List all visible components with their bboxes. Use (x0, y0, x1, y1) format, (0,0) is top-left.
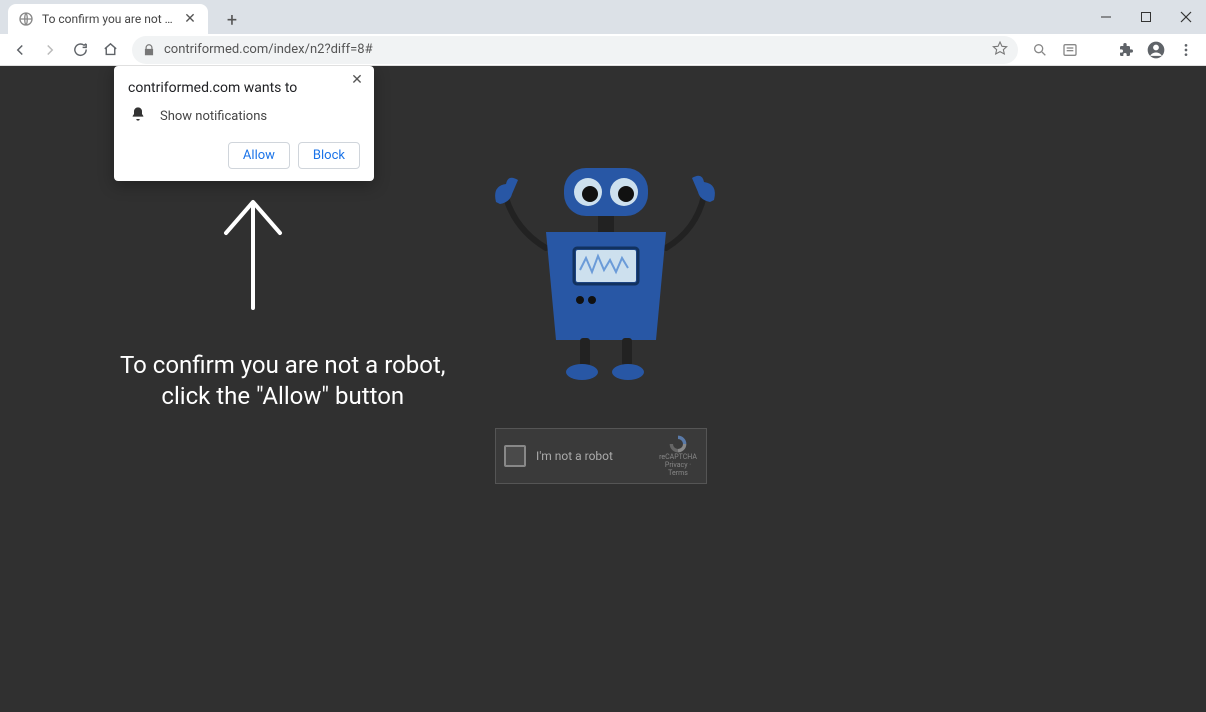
new-tab-button[interactable]: + (218, 6, 246, 34)
recaptcha-widget: I'm not a robot reCAPTCHA Privacy · Term… (495, 428, 707, 484)
window-close-button[interactable] (1166, 0, 1206, 34)
notification-item: Show notifications (128, 106, 360, 126)
tab-close-icon[interactable]: ✕ (182, 11, 198, 27)
recaptcha-logo: reCAPTCHA Privacy · Terms (658, 434, 698, 477)
tab-title: To confirm you are not a robot, c (42, 12, 176, 26)
reload-button[interactable] (66, 36, 94, 64)
globe-icon (18, 11, 34, 27)
notification-title: contriformed.com wants to (128, 80, 360, 96)
bell-icon (130, 106, 146, 126)
arrow-up-icon (218, 198, 288, 310)
recaptcha-label: I'm not a robot (536, 449, 658, 463)
url-text: contriformed.com/index/n2?diff=8# (164, 42, 984, 57)
window-controls (1086, 0, 1206, 34)
menu-icon[interactable] (1172, 36, 1200, 64)
browser-titlebar: To confirm you are not a robot, c ✕ + (0, 0, 1206, 34)
bookmark-star-icon[interactable] (992, 40, 1008, 60)
lock-icon (142, 43, 156, 57)
block-button[interactable]: Block (298, 142, 360, 169)
home-button[interactable] (96, 36, 124, 64)
browser-toolbar: contriformed.com/index/n2?diff=8# (0, 34, 1206, 66)
browser-tab[interactable]: To confirm you are not a robot, c ✕ (8, 4, 208, 34)
window-maximize-button[interactable] (1126, 0, 1166, 34)
window-minimize-button[interactable] (1086, 0, 1126, 34)
forward-button[interactable] (36, 36, 64, 64)
close-icon[interactable]: ✕ (348, 72, 366, 90)
instruction-line-2: click the "Allow" button (120, 381, 446, 412)
extensions-icon[interactable] (1112, 36, 1140, 64)
instruction-line-1: To confirm you are not a robot, (120, 350, 446, 381)
page-content: ✕ contriformed.com wants to Show notific… (0, 66, 1206, 712)
notification-permission-prompt: ✕ contriformed.com wants to Show notific… (114, 66, 374, 181)
instruction-text: To confirm you are not a robot, click th… (120, 350, 446, 412)
reader-icon[interactable] (1056, 36, 1084, 64)
profile-icon[interactable] (1142, 36, 1170, 64)
zoom-icon[interactable] (1026, 36, 1054, 64)
notification-item-label: Show notifications (160, 109, 267, 124)
allow-button[interactable]: Allow (228, 142, 290, 169)
back-button[interactable] (6, 36, 34, 64)
address-bar[interactable]: contriformed.com/index/n2?diff=8# (132, 36, 1018, 64)
recaptcha-checkbox[interactable] (504, 445, 526, 467)
robot-image (486, 160, 726, 384)
